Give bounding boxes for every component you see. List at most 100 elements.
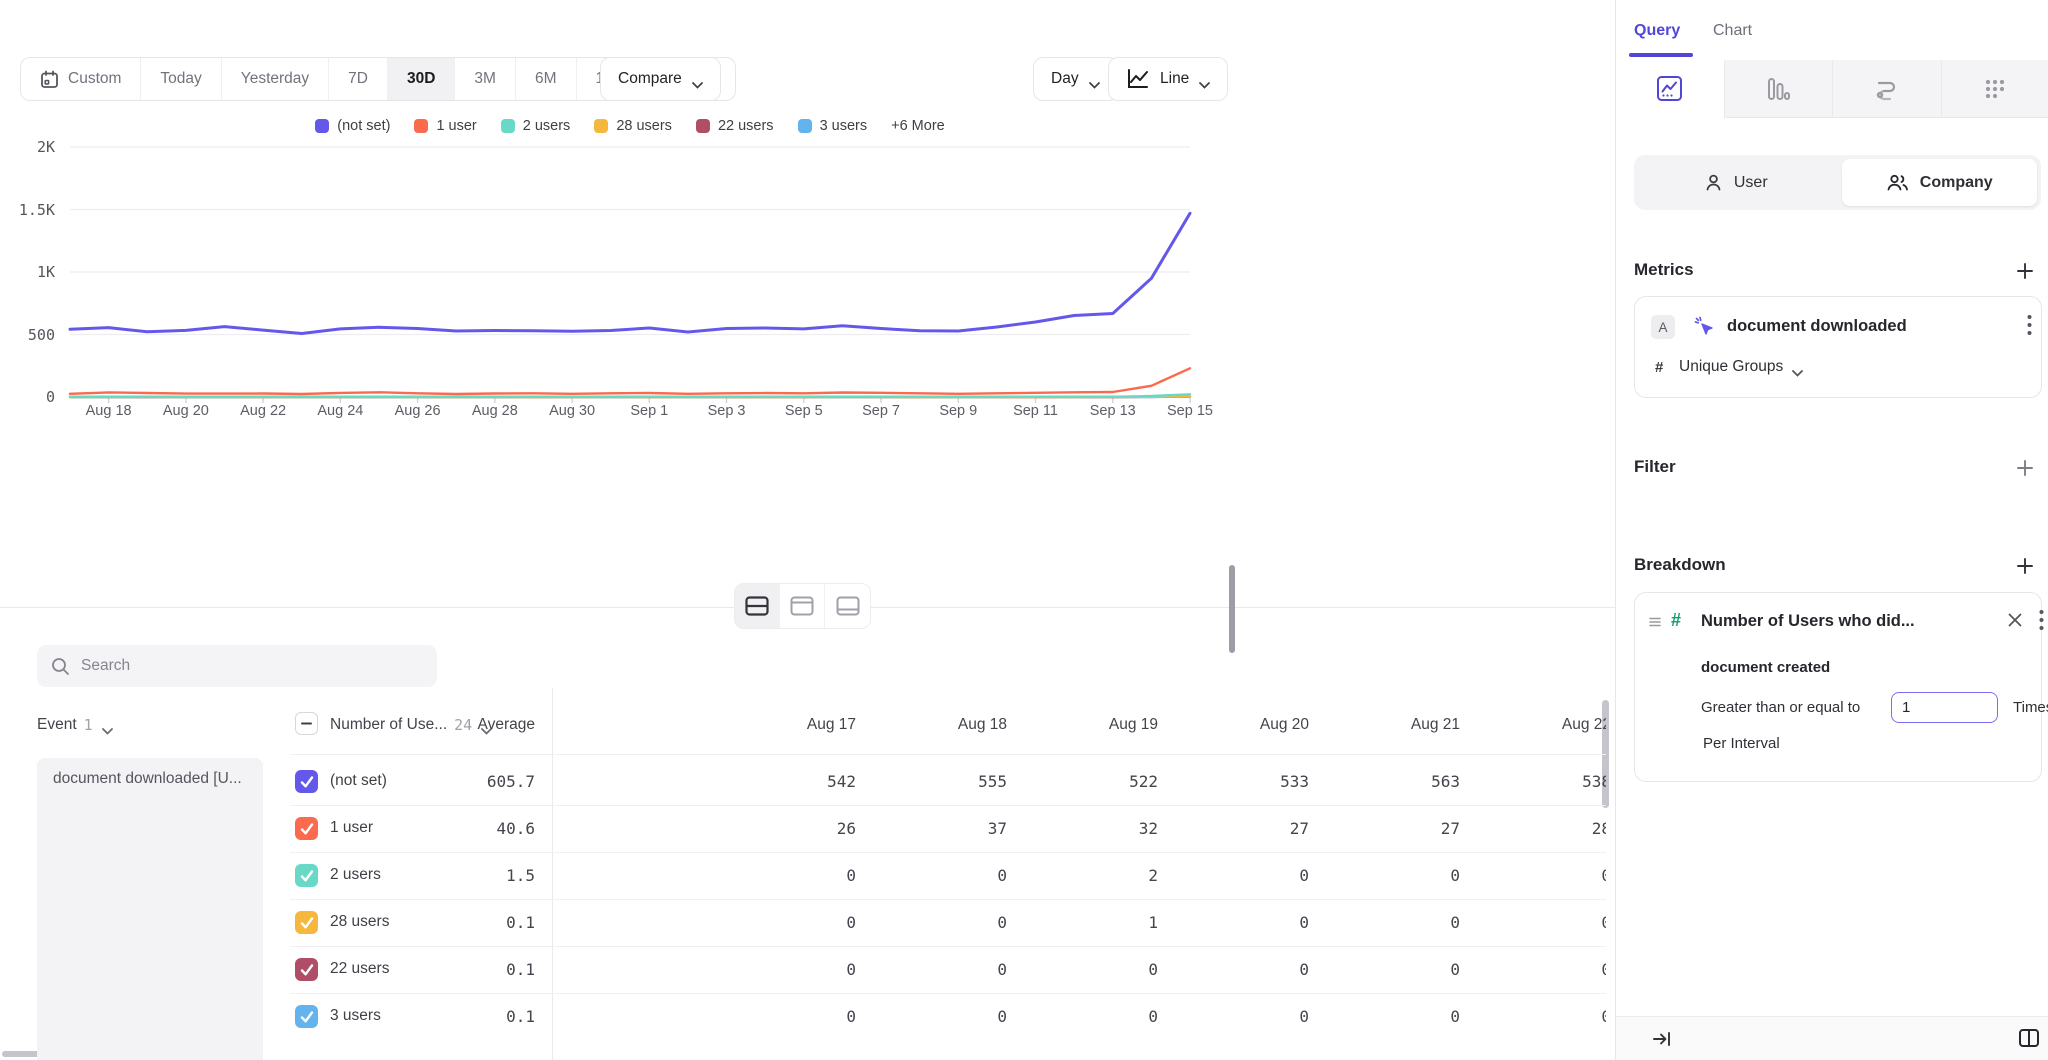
row-checkbox[interactable] (295, 770, 318, 793)
date-column-header[interactable]: Aug 17 (726, 716, 856, 734)
more-chart-types-tab[interactable] (1941, 60, 2048, 118)
row-label: 28 users (330, 913, 389, 931)
row-checkbox[interactable] (295, 1005, 318, 1028)
chevron-down-icon (692, 76, 703, 83)
range-custom[interactable]: Custom (21, 58, 141, 100)
upper-scrollbar-thumb[interactable] (1229, 565, 1235, 653)
range-30d[interactable]: 30D (388, 58, 455, 100)
row-divider (290, 993, 1606, 994)
measure-selector[interactable]: Unique Groups (1679, 358, 1803, 376)
add-breakdown-button[interactable] (2012, 553, 2038, 579)
row-checkbox[interactable] (295, 911, 318, 934)
event-click-icon (1693, 315, 1717, 339)
range-3m[interactable]: 3M (455, 58, 516, 100)
row-divider (290, 899, 1606, 900)
range-yesterday[interactable]: Yesterday (222, 58, 329, 100)
metric-kebab-icon[interactable] (2027, 314, 2032, 341)
row-label: (not set) (330, 772, 387, 790)
metric-letter-badge: A (1651, 315, 1675, 339)
row-checkbox[interactable] (295, 864, 318, 887)
company-option-label: Company (1920, 174, 1993, 192)
measure-prefix: # (1655, 359, 1663, 376)
range-7d[interactable]: 7D (329, 58, 388, 100)
row-label: 3 users (330, 1007, 381, 1025)
metric-card[interactable]: A document downloaded # Unique Groups (1634, 296, 2042, 398)
tab-chart[interactable]: Chart (1713, 22, 1752, 40)
analytics-dashboard: CustomTodayYesterday7D30D3M6M12MXTD Comp… (0, 0, 2048, 1060)
row-value: 27 (1330, 819, 1460, 838)
row-checkbox[interactable] (295, 817, 318, 840)
compare-button[interactable]: Compare (600, 57, 721, 101)
row-value: 0 (1330, 960, 1460, 979)
breakdown-condition-label[interactable]: Greater than or equal to (1701, 699, 1860, 716)
breakdown-card[interactable]: # Number of Users who did... document cr… (1634, 592, 2042, 782)
entity-company-option[interactable]: Company (1842, 159, 2038, 206)
chart-type-button[interactable]: Line (1108, 57, 1228, 101)
select-all-checkbox[interactable] (295, 712, 318, 735)
chevron-down-icon (1089, 76, 1100, 83)
active-tab-underline (1629, 53, 1693, 57)
close-icon[interactable] (2007, 612, 2023, 633)
row-checkbox[interactable] (295, 958, 318, 981)
range-6m[interactable]: 6M (516, 58, 577, 100)
metric-event-name[interactable]: document downloaded (1727, 317, 1907, 336)
row-average: 40.6 (400, 819, 535, 838)
line-chart[interactable] (0, 130, 1615, 420)
range-label: 6M (535, 70, 557, 88)
chevron-down-icon (1199, 76, 1210, 83)
add-filter-button[interactable] (2012, 455, 2038, 481)
date-column-header[interactable]: Aug 20 (1179, 716, 1309, 734)
tab-query[interactable]: Query (1634, 22, 1680, 40)
side-panel-icon[interactable] (2018, 1028, 2040, 1053)
x-tick-label: Sep 15 (1145, 403, 1235, 419)
chevron-down-icon (1792, 364, 1803, 371)
range-today[interactable]: Today (141, 58, 221, 100)
date-column-header[interactable]: Aug 21 (1330, 716, 1460, 734)
search-input[interactable] (81, 657, 423, 675)
search-icon (51, 657, 70, 676)
breakdown-title[interactable]: Number of Users who did... (1701, 612, 1915, 631)
collapse-panel-icon[interactable] (1652, 1030, 1672, 1053)
layout-split-button[interactable] (735, 584, 780, 628)
event-column-header[interactable]: Event 1 (37, 716, 113, 734)
chart-type-tabs (1616, 60, 2048, 118)
add-metric-button[interactable] (2012, 258, 2038, 284)
drag-handle-icon[interactable] (1649, 615, 1661, 633)
entity-user-option[interactable]: User (1638, 159, 1834, 206)
row-value: 37 (877, 819, 1007, 838)
breakdown-kebab-icon[interactable] (2039, 609, 2044, 636)
search-box (37, 645, 437, 687)
chart-type-bar-tab[interactable] (1724, 60, 1833, 118)
event-cell[interactable]: document downloaded [U... (37, 758, 263, 1060)
journeys-icon-tab[interactable] (1832, 60, 1941, 118)
measure-label: Unique Groups (1679, 358, 1783, 376)
date-column-header[interactable]: Aug 22 (1481, 716, 1606, 734)
layout-chart-only-button[interactable] (780, 584, 825, 628)
row-value: 522 (1028, 772, 1158, 791)
line-chart-icon (1126, 68, 1150, 90)
row-value: 0 (1028, 960, 1158, 979)
row-value: 0 (1481, 960, 1606, 979)
row-value: 0 (726, 960, 856, 979)
row-value: 0 (877, 913, 1007, 932)
layout-table-only-button[interactable] (825, 584, 870, 628)
chart-type-line-tab[interactable] (1616, 60, 1724, 118)
row-label: 2 users (330, 866, 381, 884)
row-value: 533 (1179, 772, 1309, 791)
panel-footer (1616, 1016, 2048, 1060)
row-value: 32 (1028, 819, 1158, 838)
interval-button[interactable]: Day (1033, 57, 1118, 101)
average-column-header[interactable]: Average (400, 716, 535, 734)
row-average: 0.1 (400, 913, 535, 932)
breakdown-event-name[interactable]: document created (1701, 659, 1830, 676)
date-column-header[interactable]: Aug 18 (877, 716, 1007, 734)
row-value: 28 (1481, 819, 1606, 838)
breakdown-section-title: Breakdown (1634, 555, 1726, 575)
row-average: 605.7 (400, 772, 535, 791)
row-value: 0 (726, 866, 856, 885)
times-value-input[interactable] (1891, 692, 1998, 723)
date-column-header[interactable]: Aug 19 (1028, 716, 1158, 734)
row-value: 27 (1179, 819, 1309, 838)
per-interval-label[interactable]: Per Interval (1703, 735, 1780, 752)
row-value: 563 (1330, 772, 1460, 791)
